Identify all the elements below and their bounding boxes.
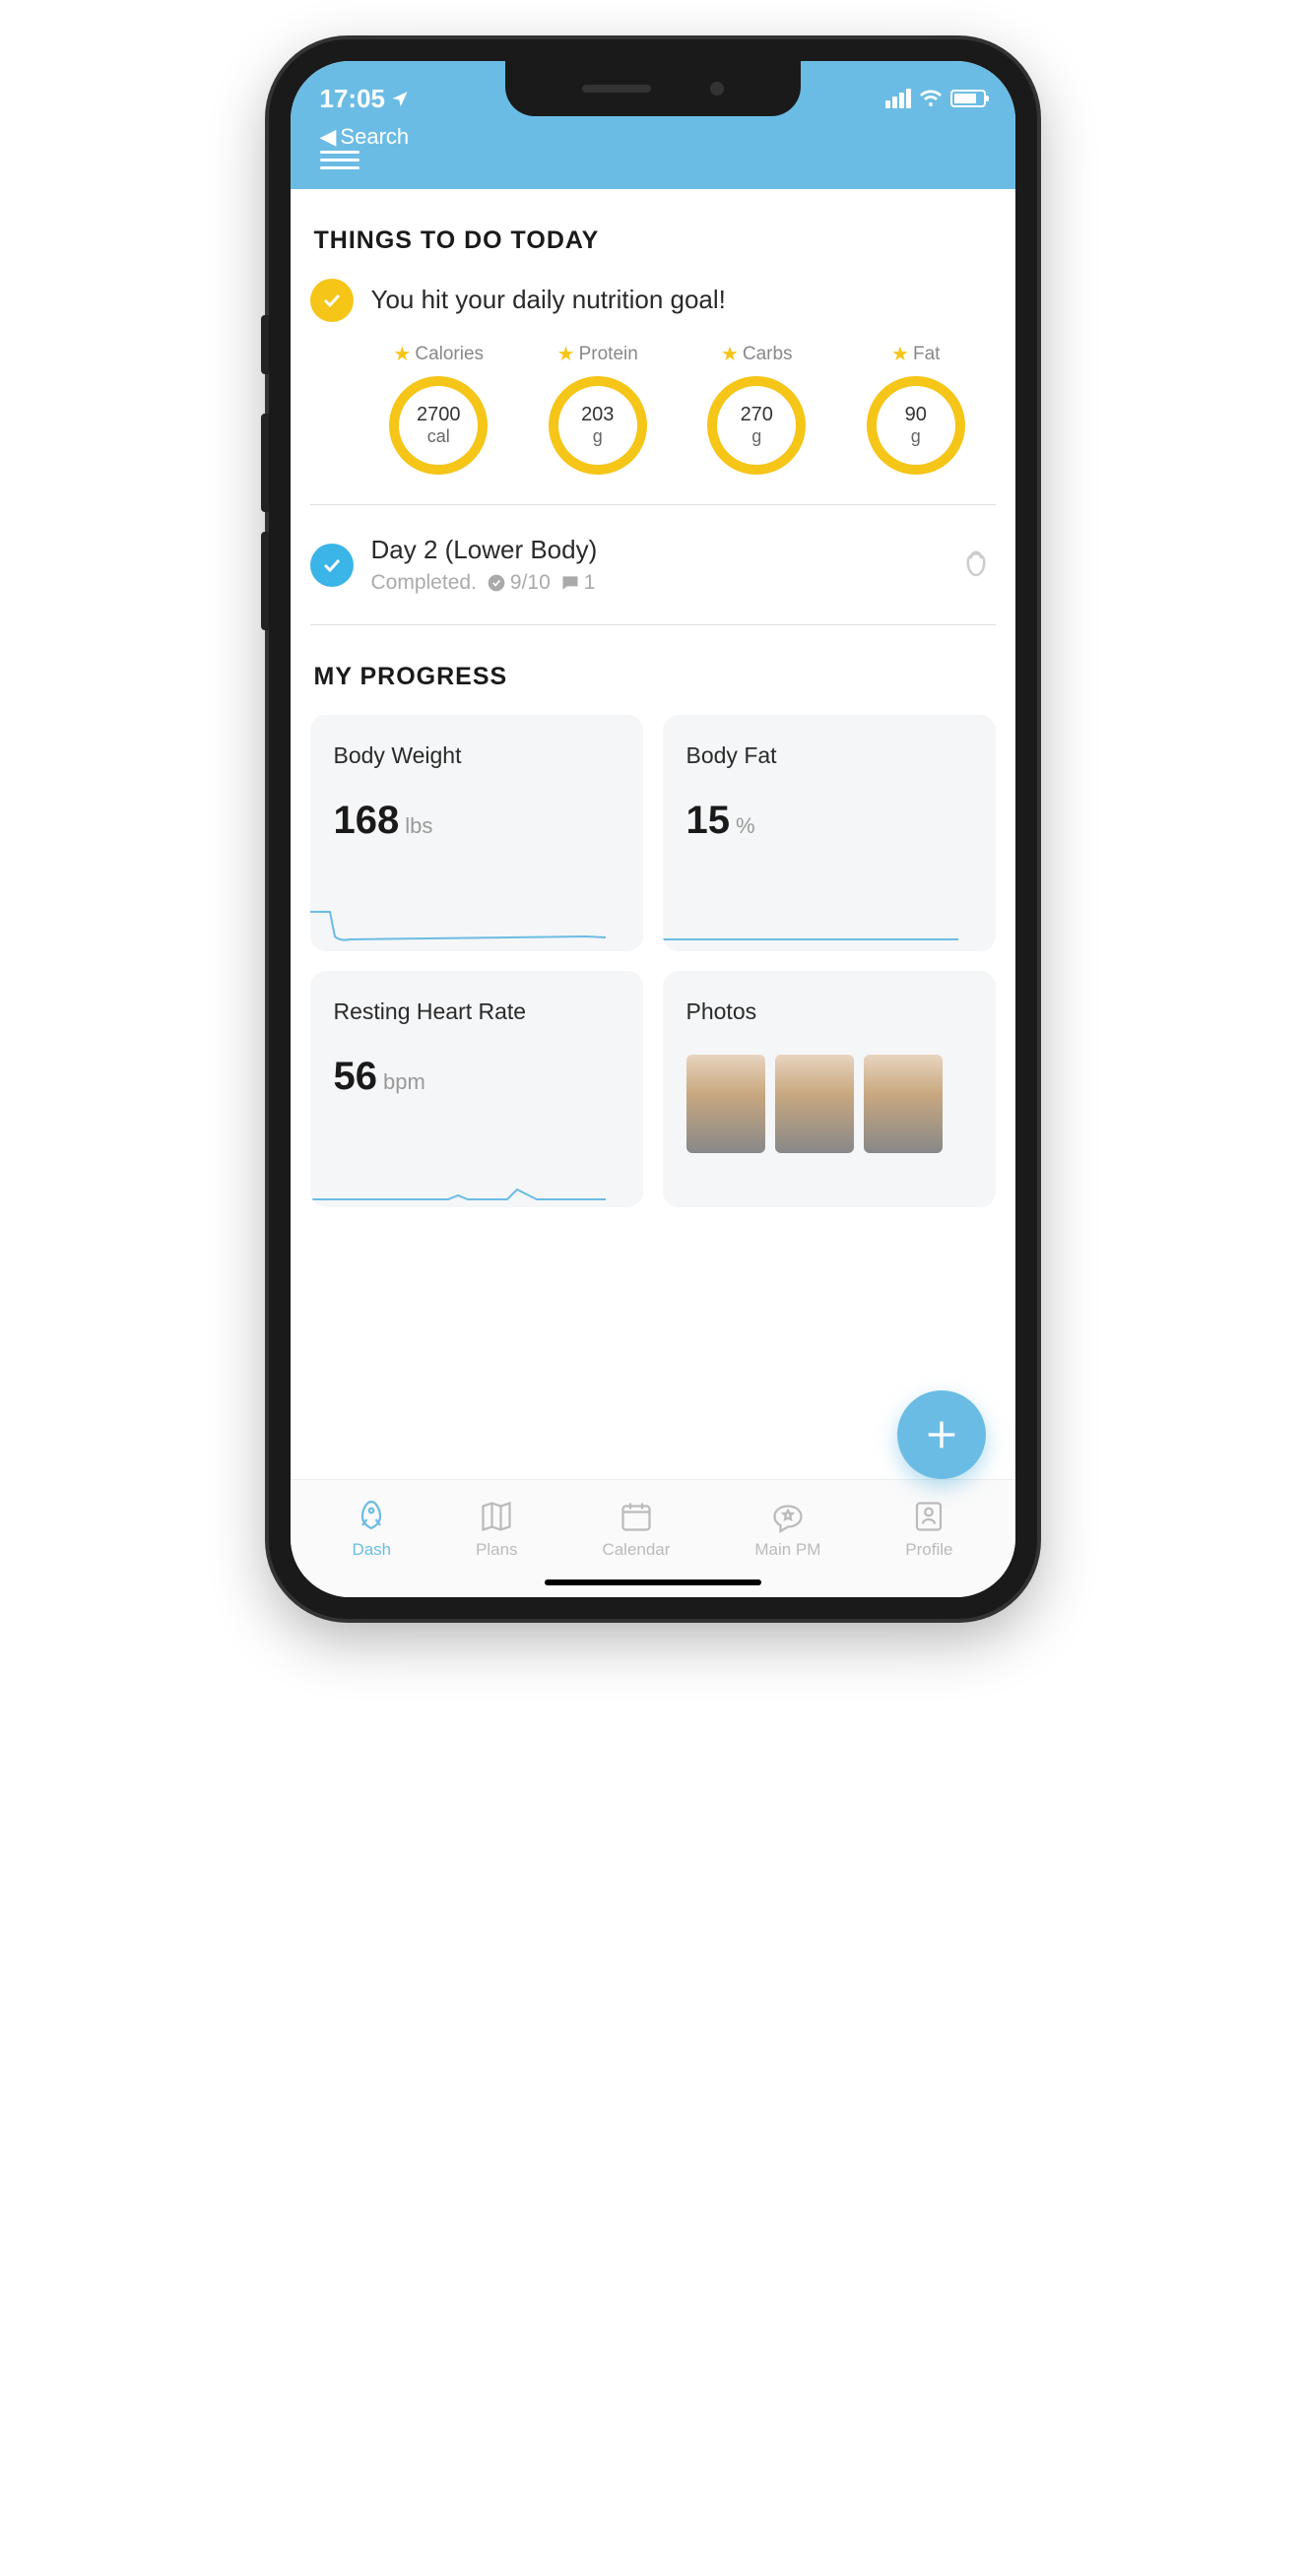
progress-grid: Body Weight 168lbs Body Fat 15% Resting … <box>310 715 996 1207</box>
workout-item[interactable]: Day 2 (Lower Body) Completed. 9/10 1 <box>310 525 996 605</box>
wifi-icon <box>919 87 943 110</box>
comment-icon <box>560 573 580 593</box>
calendar-icon <box>619 1499 654 1534</box>
check-icon <box>310 279 354 322</box>
carbs-metric[interactable]: ★Carbs 270g <box>707 342 806 475</box>
photos-card[interactable]: Photos <box>663 971 996 1207</box>
nutrition-metrics: ★Calories 2700cal ★Protein 203g ★Carbs 2… <box>310 342 996 475</box>
photo-thumb <box>864 1055 943 1153</box>
map-icon <box>479 1499 514 1534</box>
signal-icon <box>885 89 911 108</box>
calories-metric[interactable]: ★Calories 2700cal <box>389 342 488 475</box>
photo-thumbnails <box>686 1055 972 1153</box>
check-icon <box>310 544 354 587</box>
chat-star-icon <box>770 1499 806 1534</box>
tab-plans[interactable]: Plans <box>476 1499 518 1560</box>
screen: 17:05 ◀ Search THINGS TO DO TODAY You hi… <box>291 61 1015 1597</box>
menu-button[interactable] <box>320 151 359 169</box>
divider <box>310 504 996 505</box>
star-icon: ★ <box>721 342 739 366</box>
tab-dash[interactable]: Dash <box>352 1499 391 1560</box>
star-icon: ★ <box>891 342 909 366</box>
nutrition-goal-item[interactable]: You hit your daily nutrition goal! <box>310 279 996 322</box>
phone-frame: 17:05 ◀ Search THINGS TO DO TODAY You hi… <box>269 39 1037 1619</box>
status-time: 17:05 <box>320 84 410 114</box>
tab-main-pm[interactable]: Main PM <box>754 1499 820 1560</box>
rocket-icon <box>354 1499 389 1534</box>
plus-icon <box>922 1415 961 1454</box>
progress-section-title: MY PROGRESS <box>314 663 996 691</box>
fat-metric[interactable]: ★Fat 90g <box>867 342 965 475</box>
body-fat-card[interactable]: Body Fat 15% <box>663 715 996 951</box>
kettlebell-icon <box>956 546 996 585</box>
notch <box>505 61 801 116</box>
rating-icon <box>487 573 506 593</box>
battery-icon <box>950 90 986 107</box>
todo-section-title: THINGS TO DO TODAY <box>314 226 996 255</box>
heart-rate-card[interactable]: Resting Heart Rate 56bpm <box>310 971 643 1207</box>
body-weight-card[interactable]: Body Weight 168lbs <box>310 715 643 951</box>
location-arrow-icon <box>391 90 409 107</box>
photo-thumb <box>775 1055 854 1153</box>
back-to-search[interactable]: ◀ Search <box>320 124 986 150</box>
profile-icon <box>911 1499 946 1534</box>
sparkline <box>310 1158 606 1207</box>
tab-calendar[interactable]: Calendar <box>602 1499 670 1560</box>
star-icon: ★ <box>393 342 411 366</box>
divider <box>310 624 996 625</box>
photo-thumb <box>686 1055 765 1153</box>
workout-meta: Completed. 9/10 1 <box>371 571 939 595</box>
add-button[interactable] <box>897 1390 986 1479</box>
protein-metric[interactable]: ★Protein 203g <box>549 342 647 475</box>
home-indicator[interactable] <box>545 1579 761 1585</box>
star-icon: ★ <box>557 342 575 366</box>
nutrition-message: You hit your daily nutrition goal! <box>371 279 726 315</box>
sparkline <box>310 902 606 951</box>
workout-title: Day 2 (Lower Body) <box>371 535 939 565</box>
sparkline <box>663 902 958 951</box>
status-icons <box>885 87 986 110</box>
tab-profile[interactable]: Profile <box>905 1499 952 1560</box>
main-content: THINGS TO DO TODAY You hit your daily nu… <box>291 189 1015 1479</box>
